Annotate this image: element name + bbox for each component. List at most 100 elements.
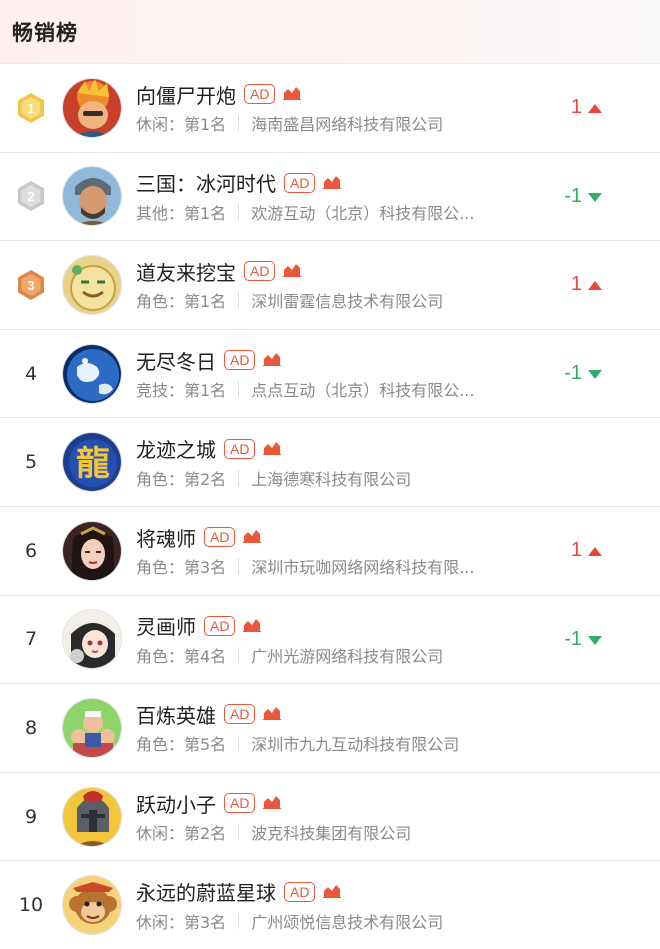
app-info: 永远的蔚蓝星球 AD 休闲：第3名 广州颂悦信息技术有限公司 bbox=[136, 877, 660, 934]
list-item[interactable]: 7 灵画师 AD 角色：第4名 广州光游网络科技有限公司 -1 bbox=[0, 596, 660, 685]
app-name[interactable]: 将魂师 bbox=[136, 523, 196, 552]
category-rank: 角色：第3名 bbox=[136, 558, 227, 578]
page-title: 畅销榜 bbox=[12, 20, 78, 45]
rank-change-value: 1 bbox=[570, 96, 582, 119]
rank-change-value: 1 bbox=[570, 539, 582, 562]
app-icon[interactable] bbox=[62, 77, 122, 138]
app-icon[interactable] bbox=[62, 609, 122, 670]
list-item[interactable]: 10 永远的蔚蓝星球 AD 休闲：第3名 广州颂悦信息技术有限公司 bbox=[0, 861, 660, 949]
divider bbox=[238, 735, 240, 752]
rank-change-value: -1 bbox=[564, 627, 582, 650]
list-item[interactable]: 3 道友来挖宝 AD 角色：第1名 深圳雷霆信息技术有限公司 1 bbox=[0, 241, 660, 330]
rank-number: 8 bbox=[24, 716, 38, 739]
divider bbox=[238, 203, 240, 220]
app-icon[interactable] bbox=[62, 254, 122, 315]
list-item[interactable]: 9 跃动小子 AD 休闲：第2名 波克科技集团有限公司 bbox=[0, 773, 660, 862]
app-name[interactable]: 灵画师 bbox=[136, 611, 196, 640]
arrow-down-icon bbox=[582, 187, 602, 206]
publisher-name: 波克科技集团有限公司 bbox=[251, 824, 412, 844]
rank-cell: 5 bbox=[0, 451, 62, 473]
rank-change: -1 bbox=[564, 153, 602, 241]
svg-text:3: 3 bbox=[27, 278, 34, 293]
trend-chart-icon[interactable] bbox=[323, 882, 342, 902]
app-name[interactable]: 永远的蔚蓝星球 bbox=[136, 877, 276, 906]
rank-number: 10 bbox=[18, 894, 44, 917]
trend-chart-icon[interactable] bbox=[283, 261, 302, 281]
list-item[interactable]: 5 龍龙迹之城 AD 角色：第2名 上海德寒科技有限公司 bbox=[0, 418, 660, 507]
publisher-name: 深圳市九九互动科技有限公司 bbox=[251, 735, 460, 755]
bronze-medal-icon: 3 bbox=[16, 269, 46, 301]
divider bbox=[238, 381, 240, 398]
ad-badge: AD bbox=[284, 172, 316, 193]
list-item[interactable]: 8 百炼英雄 AD 角色：第5名 深圳市九九互动科技有限公司 bbox=[0, 684, 660, 773]
rank-cell: 3 bbox=[0, 269, 62, 301]
arrow-down-icon bbox=[582, 364, 602, 383]
list-item[interactable]: 6 将魂师 AD 角色：第3名 深圳市玩咖网络网络科技有限... 1 bbox=[0, 507, 660, 596]
publisher-name: 深圳市玩咖网络网络科技有限... bbox=[251, 558, 475, 578]
category-rank: 竞技：第1名 bbox=[136, 381, 227, 401]
trend-chart-icon[interactable] bbox=[243, 527, 262, 547]
arrow-up-icon bbox=[582, 541, 602, 560]
trend-chart-icon[interactable] bbox=[263, 439, 282, 459]
app-icon[interactable]: 龍 bbox=[62, 432, 122, 493]
app-name[interactable]: 三国：冰河时代 bbox=[136, 168, 276, 197]
rank-change-value: -1 bbox=[564, 184, 582, 207]
app-icon[interactable] bbox=[62, 166, 122, 227]
category-rank: 角色：第5名 bbox=[136, 735, 227, 755]
ad-badge: AD bbox=[204, 615, 236, 636]
trend-chart-icon[interactable] bbox=[263, 793, 282, 813]
publisher-name: 点点互动（北京）科技有限公... bbox=[251, 381, 475, 401]
divider bbox=[238, 292, 240, 309]
trend-chart-icon[interactable] bbox=[243, 616, 262, 636]
app-info: 百炼英雄 AD 角色：第5名 深圳市九九互动科技有限公司 bbox=[136, 699, 660, 756]
rank-cell: 2 bbox=[0, 180, 62, 212]
divider bbox=[238, 646, 240, 663]
trend-chart-icon[interactable] bbox=[323, 173, 342, 193]
ad-badge: AD bbox=[224, 704, 256, 725]
trend-chart-icon[interactable] bbox=[263, 350, 282, 370]
app-icon[interactable] bbox=[62, 520, 122, 581]
app-name[interactable]: 百炼英雄 bbox=[136, 700, 216, 729]
rank-change: -1 bbox=[564, 330, 602, 418]
rank-change: 1 bbox=[571, 507, 602, 595]
ad-badge: AD bbox=[224, 350, 256, 371]
svg-text:龍: 龍 bbox=[76, 444, 110, 484]
publisher-name: 广州光游网络科技有限公司 bbox=[251, 646, 444, 666]
ad-badge: AD bbox=[204, 527, 236, 548]
arrow-up-icon bbox=[582, 275, 602, 294]
app-name[interactable]: 跃动小子 bbox=[136, 789, 216, 818]
category-rank: 休闲：第3名 bbox=[136, 912, 227, 932]
app-icon[interactable] bbox=[62, 786, 122, 847]
trend-chart-icon[interactable] bbox=[283, 84, 302, 104]
svg-text:2: 2 bbox=[27, 189, 34, 204]
app-name[interactable]: 无尽冬日 bbox=[136, 346, 216, 375]
list-item[interactable]: 1 向僵尸开炮 AD 休闲：第1名 海南盛昌网络科技有限公司 1 bbox=[0, 64, 660, 153]
app-icon[interactable] bbox=[62, 875, 122, 936]
category-rank: 休闲：第2名 bbox=[136, 824, 227, 844]
ad-badge: AD bbox=[224, 793, 256, 814]
list-item[interactable]: 2 三国：冰河时代 AD 其他：第1名 欢游互动（北京）科技有限公... -1 bbox=[0, 153, 660, 242]
rank-cell: 9 bbox=[0, 806, 62, 828]
divider bbox=[238, 115, 240, 132]
rank-change-value: -1 bbox=[564, 362, 582, 385]
gold-medal-icon: 1 bbox=[16, 92, 46, 124]
app-icon[interactable] bbox=[62, 697, 122, 758]
app-name[interactable]: 龙迹之城 bbox=[136, 434, 216, 463]
divider bbox=[238, 912, 240, 929]
rank-cell: 10 bbox=[0, 894, 62, 916]
publisher-name: 上海德寒科技有限公司 bbox=[251, 469, 412, 489]
app-name[interactable]: 向僵尸开炮 bbox=[136, 80, 236, 109]
ad-badge: AD bbox=[244, 261, 276, 282]
rank-change: 1 bbox=[571, 241, 602, 329]
publisher-name: 欢游互动（北京）科技有限公... bbox=[251, 203, 475, 223]
trend-chart-icon[interactable] bbox=[263, 704, 282, 724]
divider bbox=[238, 558, 240, 575]
app-icon[interactable] bbox=[62, 343, 122, 404]
rank-cell: 1 bbox=[0, 92, 62, 124]
arrow-down-icon bbox=[582, 630, 602, 649]
list-item[interactable]: 4 无尽冬日 AD 竞技：第1名 点点互动（北京）科技有限公... -1 bbox=[0, 330, 660, 419]
publisher-name: 深圳雷霆信息技术有限公司 bbox=[251, 292, 444, 312]
arrow-up-icon bbox=[582, 98, 602, 117]
app-name[interactable]: 道友来挖宝 bbox=[136, 257, 236, 286]
category-rank: 其他：第1名 bbox=[136, 203, 227, 223]
